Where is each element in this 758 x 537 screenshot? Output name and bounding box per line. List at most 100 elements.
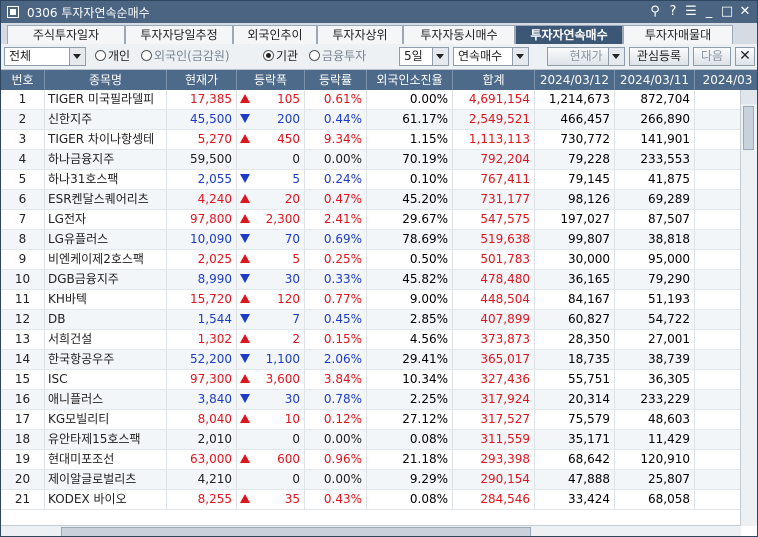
column-header-name[interactable]: 종목명 [45, 70, 167, 90]
table-row[interactable]: 5 하나31호스팩 2,055 5 0.24% 0.10% 767,411 79,145 41,… [1, 170, 757, 190]
column-header-price[interactable]: 현재가 [167, 70, 237, 90]
add-watchlist-button[interactable]: 관심등록 [629, 47, 689, 66]
cell-text: 600 [277, 452, 300, 466]
table-row[interactable]: 13 서희건설 1,302 2 0.15% 4.56% 373,873 28,350 27,00… [1, 330, 757, 350]
cell-sum: 4,691,154 [453, 90, 535, 109]
column-header-chg[interactable]: 등락폭 [237, 70, 305, 90]
radio-institution[interactable]: 기관 [263, 49, 298, 65]
cell-rate: 0.24% [305, 170, 367, 189]
table-row[interactable]: 14 한국항공우주 52,200 1,100 2.06% 29.41% 365,017 18,… [1, 350, 757, 370]
radio-circle-icon [141, 50, 152, 61]
chevron-down-icon [69, 48, 85, 65]
column-header-d1[interactable]: 2024/03/12 [535, 70, 615, 90]
cell-text: 501,783 [480, 252, 530, 266]
table-row[interactable]: 11 KH바텍 15,720 120 0.77% 9.00% 448,504 84,167 51… [1, 290, 757, 310]
cell-d1: 20,314 [535, 390, 615, 409]
pin-icon[interactable]: ⚲ [647, 3, 663, 20]
vertical-scrollbar[interactable] [740, 90, 757, 526]
table-row[interactable]: 9 비엔케이제2호스팩 2,025 5 0.25% 0.50% 501,783 30,000 9… [1, 250, 757, 270]
cell-text: 7 [292, 312, 300, 326]
column-header-no[interactable]: 번호 [1, 70, 45, 90]
cell-text: 21.18% [402, 452, 448, 466]
next-button[interactable]: 다음 [693, 47, 731, 66]
tab-4[interactable]: 투자자상위 [317, 25, 403, 44]
cell-price: 59,500 [167, 150, 237, 169]
column-header-d2[interactable]: 2024/03/11 [615, 70, 695, 90]
table-row[interactable]: 3 TIGER 차이나항셍테 5,270 450 9.34% 1.15% 1,113,113… [1, 130, 757, 150]
table-row[interactable]: 19 현대미포조선 63,000 600 0.96% 21.18% 293,398 68,64… [1, 450, 757, 470]
cell-text: 20 [14, 472, 31, 486]
horizontal-scrollbar[interactable] [1, 525, 741, 536]
cell-text: 478,480 [480, 272, 530, 286]
days-select[interactable]: 5일 [399, 47, 449, 66]
menu-icon[interactable]: ☰ [683, 3, 699, 20]
cell-text: 8,255 [197, 492, 232, 506]
column-header-frgn[interactable]: 외국인소진율 [367, 70, 453, 90]
table-row[interactable]: 12 DB 1,544 7 0.45% 2.85% 407,899 60,827 54,722 [1, 310, 757, 330]
scroll-up-icon[interactable] [741, 90, 757, 104]
table-row[interactable]: 15 ISC 97,300 3,600 3.84% 10.34% 327,436 55,751… [1, 370, 757, 390]
table-row[interactable]: 2 신한지주 45,500 200 0.44% 61.17% 2,549,521 466,45… [1, 110, 757, 130]
close-panel-button[interactable]: ✕ [735, 47, 755, 66]
table-row[interactable]: 20 제이알글로벌리츠 4,210 0 0.00% 9.29% 290,154 47,888 2… [1, 470, 757, 490]
cell-rate: 0.15% [305, 330, 367, 349]
tab-2[interactable]: 투자자당일추정 [125, 25, 233, 44]
cell-text: 51,193 [648, 292, 690, 306]
help-icon[interactable]: ? [665, 3, 681, 20]
cell-text: 2,549,521 [468, 112, 530, 126]
cell-no: 6 [1, 190, 45, 209]
radio-financial-investment[interactable]: 금융투자 [309, 49, 366, 65]
table-row[interactable]: 17 KG모빌리티 8,040 10 0.12% 27.12% 317,527 75,579 4… [1, 410, 757, 430]
table-row[interactable]: 18 유안타제15호스팩 2,010 0 0.00% 0.08% 311,559 35,171… [1, 430, 757, 450]
table-row[interactable]: 6 ESR켄달스퀘어리츠 4,240 20 0.47% 45.20% 731,177 98,1… [1, 190, 757, 210]
cell-chg: 70 [237, 230, 305, 249]
close-icon[interactable]: ✕ [737, 3, 753, 20]
table-row[interactable]: 8 LG유플러스 10,090 70 0.69% 78.69% 519,638 99,807 3… [1, 230, 757, 250]
table-row[interactable]: 10 DGB금융지주 8,990 30 0.33% 45.82% 478,480 36,165… [1, 270, 757, 290]
cell-text: 13 [14, 332, 31, 346]
tab-5[interactable]: 투자자동시매수 [403, 25, 515, 44]
column-header-rate[interactable]: 등락률 [305, 70, 367, 90]
triangle-down-icon [240, 114, 250, 123]
cell-rate: 0.00% [305, 470, 367, 489]
cell-text: 141,901 [640, 132, 690, 146]
cell-text: 290,154 [480, 472, 530, 486]
column-header-sum[interactable]: 합계 [453, 70, 535, 90]
minimize-icon[interactable]: _ [701, 3, 717, 20]
cell-no: 19 [1, 450, 45, 469]
radio-foreign[interactable]: 외국인(금감원) [141, 49, 230, 65]
cell-text: 9.34% [323, 132, 362, 146]
tab-1[interactable]: 주식투자일자 [7, 25, 125, 44]
cell-text: 4,691,154 [468, 92, 530, 106]
horizontal-scroll-thumb[interactable] [61, 527, 531, 536]
maximize-icon[interactable]: □ [719, 3, 735, 20]
market-select[interactable]: 전체 [4, 47, 86, 66]
table-row[interactable]: 21 KODEX 바이오 8,255 35 0.43% 0.08% 284,546 33,42… [1, 490, 757, 510]
cell-text: 365,017 [480, 352, 530, 366]
cell-text: 767,411 [480, 172, 530, 186]
triangle-up-icon [240, 454, 250, 463]
cell-text: 0 [292, 432, 300, 446]
cell-text: 197,027 [560, 212, 610, 226]
table-row[interactable]: 16 애니플러스 3,840 30 0.78% 2.25% 317,924 20,314 233… [1, 390, 757, 410]
cell-text: 17 [14, 412, 31, 426]
table-row[interactable]: 4 하나금융지주 59,500 0 0.00% 70.19% 792,204 79,228 23… [1, 150, 757, 170]
cell-chg: 5 [237, 250, 305, 269]
cell-frgn: 4.56% [367, 330, 453, 349]
cell-text: 하나31호스팩 [48, 172, 119, 186]
tab-6[interactable]: 투자자연속매수 [515, 25, 623, 44]
tab-7[interactable]: 투자자매물대 [623, 25, 733, 44]
cell-chg: 2 [237, 330, 305, 349]
table-row[interactable]: 7 LG전자 97,800 2,300 2.41% 29.67% 547,575 197,02… [1, 210, 757, 230]
cell-text: DB [48, 312, 66, 326]
current-price-button[interactable]: 현재가 [547, 47, 625, 66]
cell-text: 448,504 [480, 292, 530, 306]
tab-3[interactable]: 외국인추이 [233, 25, 317, 44]
chevron-down-icon [512, 48, 528, 65]
mode-select[interactable]: 연속매수 [453, 47, 529, 66]
column-header-d3[interactable]: 2024/03 [695, 70, 757, 90]
radio-individual[interactable]: 개인 [95, 49, 130, 65]
vertical-scroll-thumb[interactable] [743, 106, 754, 150]
triangle-up-icon [240, 94, 250, 103]
table-row[interactable]: 1 TIGER 미국필라델피 17,385 105 0.61% 0.00% 4,691,15… [1, 90, 757, 110]
